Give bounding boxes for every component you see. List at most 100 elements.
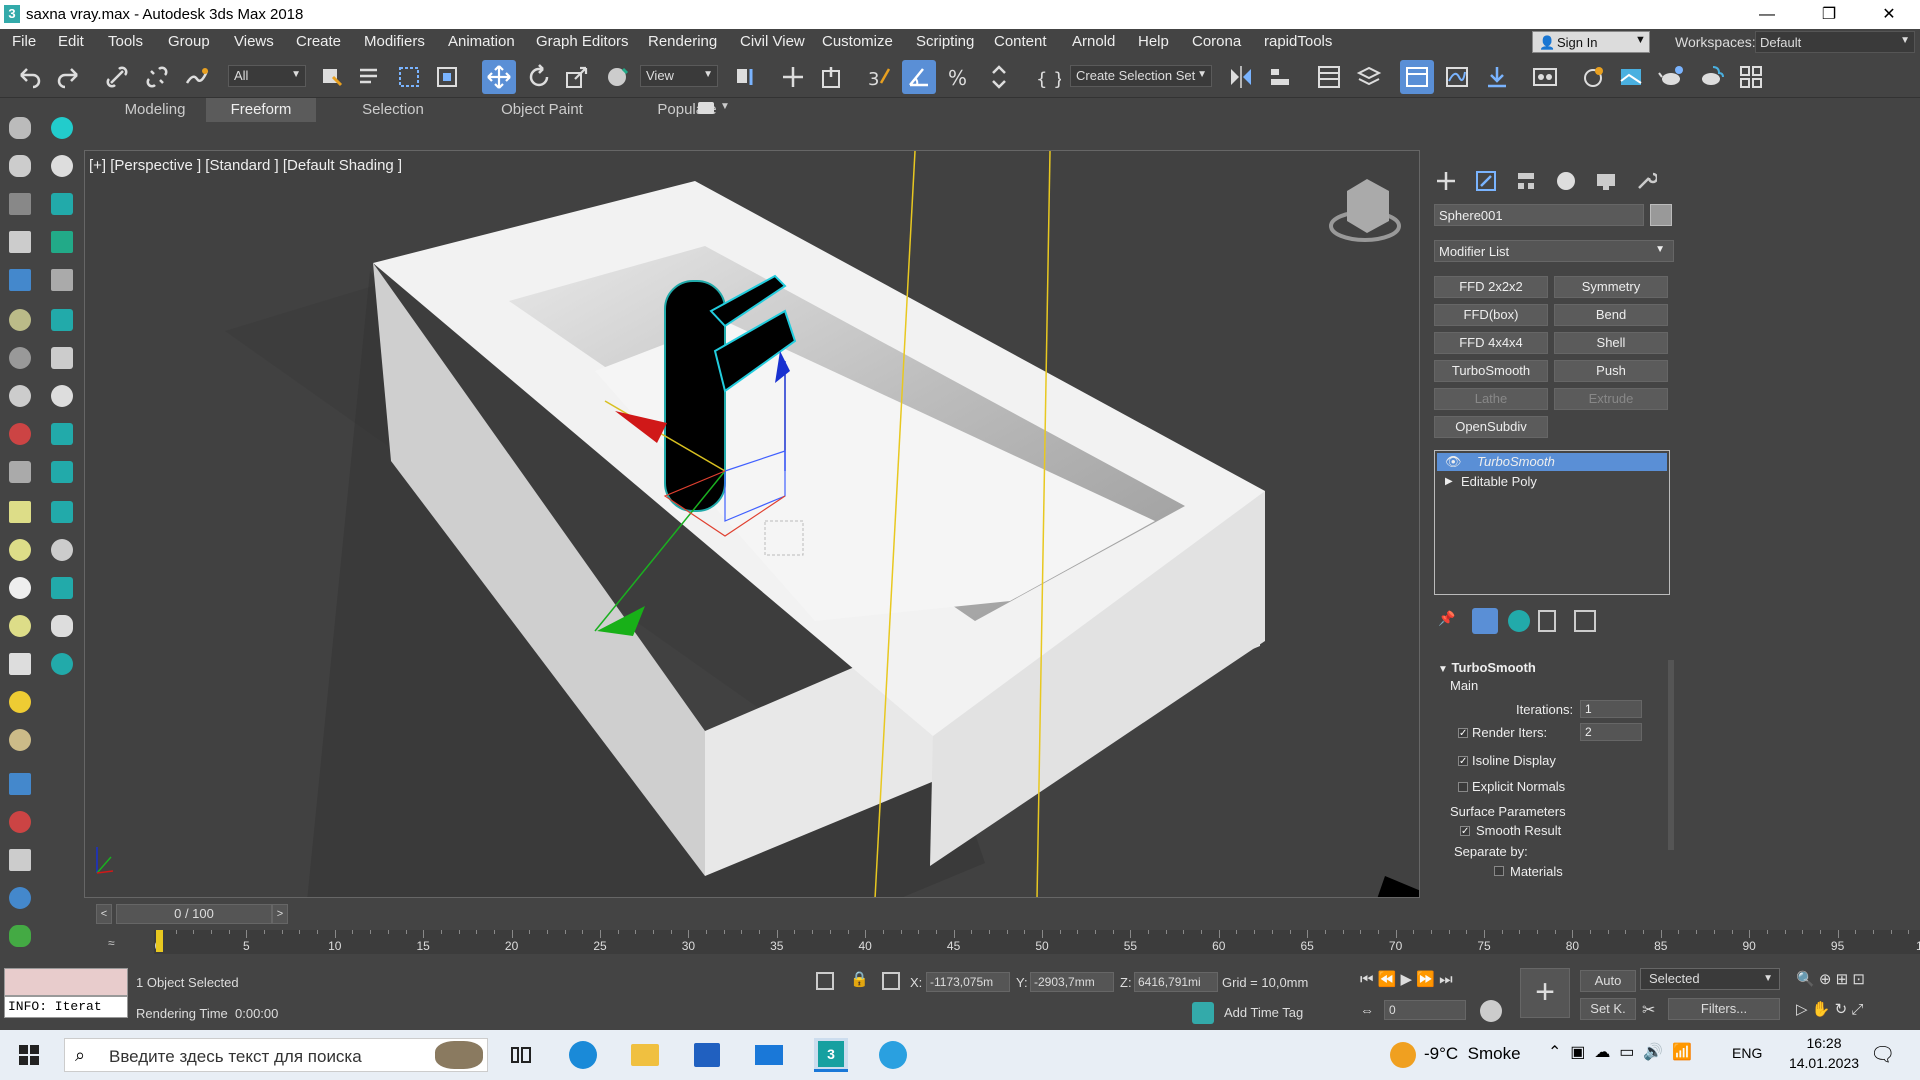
camera-icon[interactable]	[46, 188, 78, 220]
smooth-result-checkbox[interactable]: ✓	[1460, 826, 1470, 837]
telegram-icon[interactable]	[876, 1038, 910, 1072]
create-tab[interactable]	[1428, 166, 1464, 196]
maxscript-listener-input[interactable]	[4, 968, 128, 996]
gear-icon[interactable]	[4, 882, 36, 914]
menu-graph-editors[interactable]: Graph Editors	[536, 33, 629, 50]
mail-icon[interactable]	[752, 1038, 786, 1072]
task-view-icon[interactable]	[504, 1038, 538, 1072]
cone-icon[interactable]	[4, 648, 36, 680]
hierarchy-tab[interactable]	[1508, 166, 1544, 196]
edge-browser-icon[interactable]	[566, 1038, 600, 1072]
menu-scripting[interactable]: Scripting	[916, 33, 974, 50]
ribbon-options-icon[interactable]	[698, 102, 714, 114]
wifi-icon[interactable]: 📶	[1672, 1044, 1692, 1061]
next-key-icon[interactable]: ⏩	[1416, 971, 1435, 988]
modifier-button-symmetry[interactable]: Symmetry	[1554, 276, 1668, 298]
filters-button[interactable]: Filters...	[1668, 998, 1780, 1020]
explicit-normals-checkbox[interactable]	[1458, 782, 1468, 792]
clock-time[interactable]: 16:28	[1784, 1035, 1864, 1051]
pin-stack-icon[interactable]: 📌	[1438, 610, 1458, 630]
object-color-swatch[interactable]	[1650, 204, 1672, 226]
go-to-start-icon[interactable]: ⏮	[1360, 971, 1374, 988]
document-icon[interactable]	[4, 226, 36, 258]
isolate-selection-icon[interactable]	[816, 972, 834, 990]
render-in-cloud-button[interactable]	[1694, 60, 1728, 94]
orbit-icon[interactable]: ↻	[1835, 1001, 1848, 1018]
schematic-view-button[interactable]	[1480, 60, 1514, 94]
render-iters-checkbox[interactable]: ✓	[1458, 728, 1468, 739]
tab-freeform[interactable]: Freeform	[206, 98, 316, 122]
menu-help[interactable]: Help	[1138, 33, 1169, 50]
gold-sphere-icon[interactable]	[4, 724, 36, 756]
z-coordinate-field[interactable]: 6416,791mi	[1134, 972, 1218, 992]
close-button[interactable]: ✕	[1866, 0, 1912, 29]
keyboard-shortcut-override-button[interactable]	[814, 60, 848, 94]
y-coordinate-field[interactable]: -2903,7mm	[1030, 972, 1114, 992]
auto-key-button[interactable]: Auto	[1580, 970, 1636, 992]
plant-icon[interactable]	[4, 920, 36, 952]
microsoft-store-icon[interactable]	[690, 1038, 724, 1072]
key-mode-toggle-icon[interactable]: ⇔	[1360, 1002, 1374, 1018]
toggle-ribbon-button[interactable]	[1400, 60, 1434, 94]
sign-in-dropdown[interactable]: 👤 Sign In ▼	[1532, 31, 1650, 53]
language-indicator[interactable]: ENG	[1732, 1045, 1762, 1061]
modifier-button-ffd-box[interactable]: FFD(box)	[1434, 304, 1548, 326]
menu-civil-view[interactable]: Civil View	[740, 33, 805, 50]
redo-button[interactable]	[52, 60, 86, 94]
sunlight-icon[interactable]	[4, 686, 36, 718]
tab-object-paint[interactable]: Object Paint	[460, 98, 624, 122]
link-button[interactable]	[100, 60, 134, 94]
hemisphere-icon[interactable]	[4, 534, 36, 566]
set-key-big-button[interactable]: +	[1520, 968, 1570, 1018]
time-configuration-icon[interactable]	[1480, 1000, 1502, 1022]
windows-start-icon[interactable]	[12, 1038, 46, 1072]
time-slider[interactable]: 0 / 100	[116, 904, 272, 924]
chevron-up-icon[interactable]: ⌃	[1548, 1044, 1561, 1061]
modifier-button-opensubdiv[interactable]: OpenSubdiv	[1434, 416, 1548, 438]
maximize-viewport-icon[interactable]: ⤢	[1851, 1001, 1863, 1018]
menu-views[interactable]: Views	[234, 33, 274, 50]
prev-frame-button[interactable]: <	[96, 904, 112, 924]
curve-editor-mini-icon[interactable]: ≈	[108, 936, 128, 950]
pivot-center-button[interactable]	[728, 60, 762, 94]
rotate-button[interactable]	[522, 60, 556, 94]
modifier-list-dropdown[interactable]: Modifier List ▼	[1434, 240, 1674, 262]
rendered-frame-window-button[interactable]	[1614, 60, 1648, 94]
ball-icon[interactable]	[4, 572, 36, 604]
sun-icon[interactable]	[46, 150, 78, 182]
eye-icon[interactable]: 👁	[1445, 453, 1462, 471]
rollout-title[interactable]: ▼ TurboSmooth	[1438, 660, 1536, 675]
molecule-icon[interactable]	[4, 806, 36, 838]
taskbar-search-box[interactable]: ⌕ Введите здесь текст для поиска	[64, 1038, 488, 1072]
percent-snap-button[interactable]: %	[942, 60, 976, 94]
terrain-icon[interactable]	[4, 188, 36, 220]
hair-icon[interactable]	[4, 342, 36, 374]
bind-space-warp-button[interactable]	[180, 60, 214, 94]
sphere-icon[interactable]	[4, 380, 36, 412]
trash-icon[interactable]	[1538, 610, 1556, 632]
modifier-button-bend[interactable]: Bend	[1554, 304, 1668, 326]
menu-edit[interactable]: Edit	[58, 33, 84, 50]
volume-icon[interactable]: 🔊	[1643, 1044, 1663, 1061]
zoom-extents-icon[interactable]: ⊞	[1836, 971, 1849, 988]
resize-icon[interactable]	[46, 456, 78, 488]
expand-arrow-icon[interactable]: ▶	[1445, 473, 1453, 491]
configure-modifier-sets-icon[interactable]	[1574, 610, 1596, 632]
chevron-down-icon[interactable]: ▼	[720, 101, 730, 112]
modifier-button-turbosmooth[interactable]: TurboSmooth	[1434, 360, 1548, 382]
next-frame-button[interactable]: >	[272, 904, 288, 924]
onedrive-icon[interactable]: ☁	[1594, 1044, 1610, 1061]
utilities-tab[interactable]	[1628, 166, 1664, 196]
motion-tab[interactable]	[1548, 166, 1584, 196]
play-icon[interactable]	[46, 496, 78, 528]
notifications-icon[interactable]: 🗨	[1870, 1042, 1895, 1067]
battery-icon[interactable]: ▭	[1619, 1044, 1634, 1061]
mirror-icon[interactable]	[4, 418, 36, 450]
angle-snap-button[interactable]	[902, 60, 936, 94]
zoom-all-icon[interactable]: ⊕	[1819, 971, 1832, 988]
lamp-icon[interactable]	[46, 648, 78, 680]
tab-modeling[interactable]: Modeling	[90, 98, 220, 122]
unlink-button[interactable]	[140, 60, 174, 94]
menu-group[interactable]: Group	[168, 33, 210, 50]
refresh-icon[interactable]	[46, 380, 78, 412]
